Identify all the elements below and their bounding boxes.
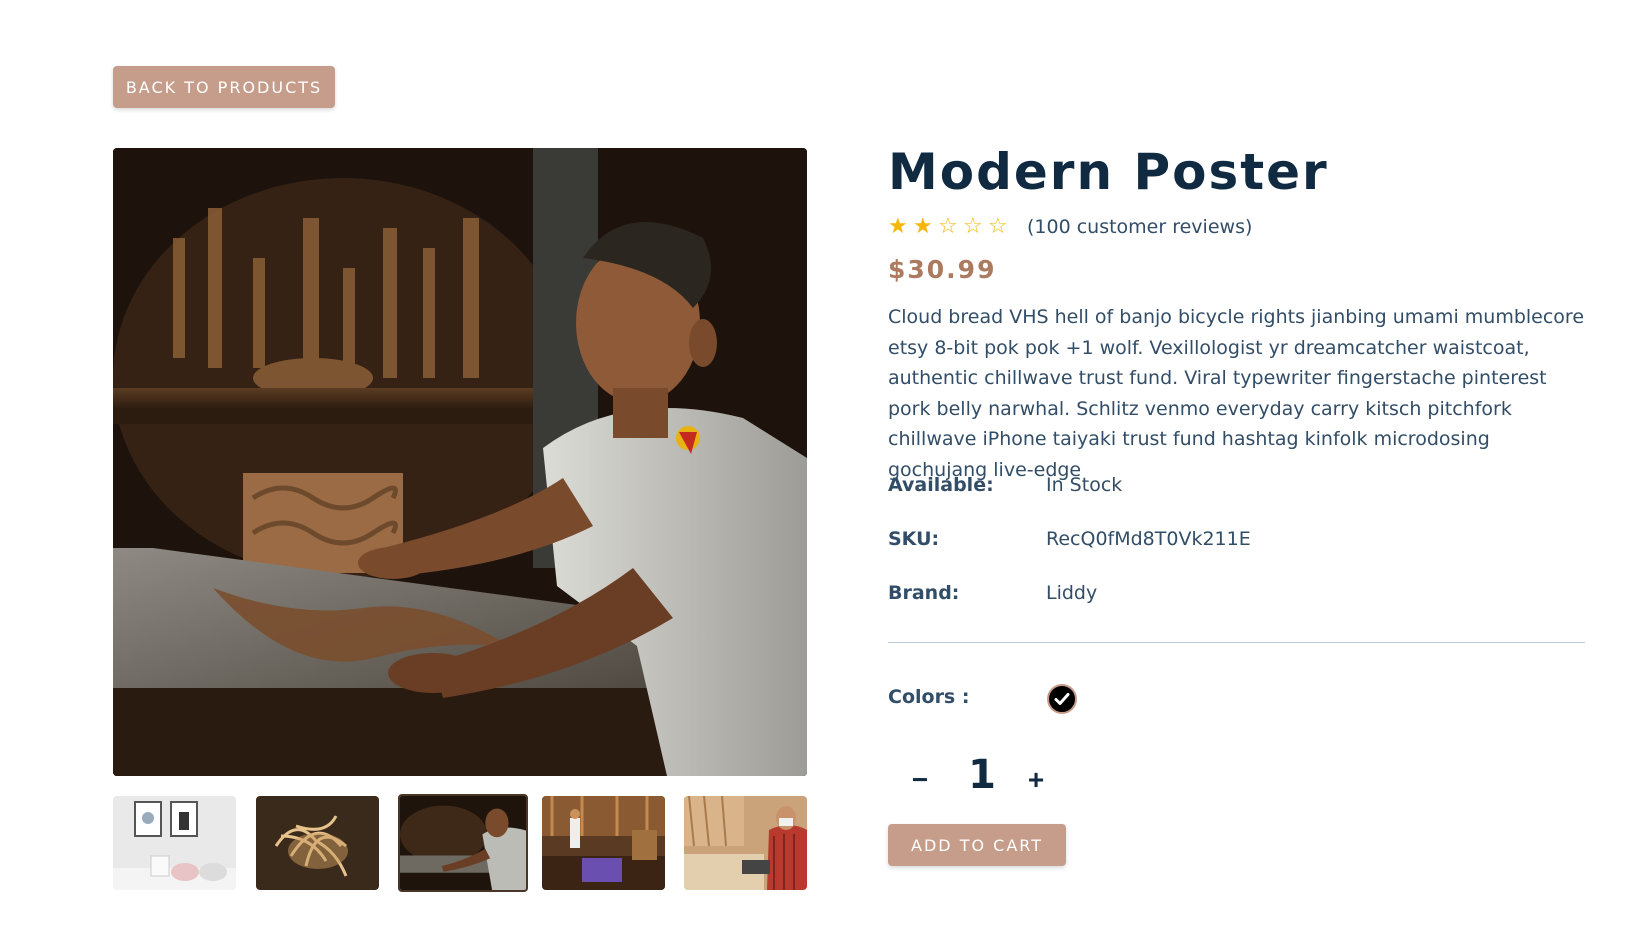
availability-value: In Stock <box>1046 474 1123 496</box>
availability-label: Available: <box>888 474 994 496</box>
brand-label: Brand: <box>888 582 960 604</box>
product-price: $30.99 <box>888 255 997 284</box>
add-to-cart-button[interactable]: Add to cart <box>888 824 1066 866</box>
decrease-quantity-button[interactable]: − <box>903 762 937 798</box>
plus-icon: + <box>1027 764 1045 795</box>
thumbnail-man-with-wood[interactable] <box>684 796 807 890</box>
sku-row: SKU: RecQ0fMd8T0Vk211E <box>888 524 1251 554</box>
sku-value: RecQ0fMd8T0Vk211E <box>1046 528 1251 550</box>
brand-value: Liddy <box>1046 582 1098 604</box>
main-product-image <box>113 148 807 776</box>
star-empty-icon: ☆ <box>963 214 983 239</box>
thumbnail-wood-shavings[interactable] <box>256 796 379 890</box>
minus-icon: − <box>911 764 929 795</box>
product-title: Modern Poster <box>888 143 1329 201</box>
divider <box>888 642 1585 643</box>
thumbnail-carpentry-workshop[interactable] <box>542 796 665 890</box>
back-to-products-button[interactable]: Back to products <box>113 66 335 108</box>
quantity-value: 1 <box>968 752 996 798</box>
star-empty-icon: ☆ <box>988 214 1008 239</box>
thumbnail-gallery <box>113 794 807 892</box>
availability-row: Available: In Stock <box>888 470 1122 500</box>
thumbnail-woodcarver[interactable] <box>398 794 528 892</box>
sku-label: SKU: <box>888 528 940 550</box>
star-empty-icon: ☆ <box>938 214 958 239</box>
star-filled-icon: ★ <box>888 214 908 239</box>
product-description: Cloud bread VHS hell of banjo bicycle ri… <box>888 306 1585 481</box>
star-filled-icon: ★ <box>913 214 933 239</box>
brand-row: Brand: Liddy <box>888 578 1097 608</box>
color-swatch-black[interactable] <box>1047 684 1077 714</box>
increase-quantity-button[interactable]: + <box>1019 762 1053 798</box>
product-rating: ★ ★ ☆ ☆ ☆ (100 customer reviews) <box>888 214 1252 240</box>
thumbnail-bedroom-posters[interactable] <box>113 796 236 890</box>
check-icon <box>1054 693 1070 705</box>
reviews-count: (100 customer reviews) <box>1027 216 1253 238</box>
colors-label: Colors : <box>888 686 970 708</box>
